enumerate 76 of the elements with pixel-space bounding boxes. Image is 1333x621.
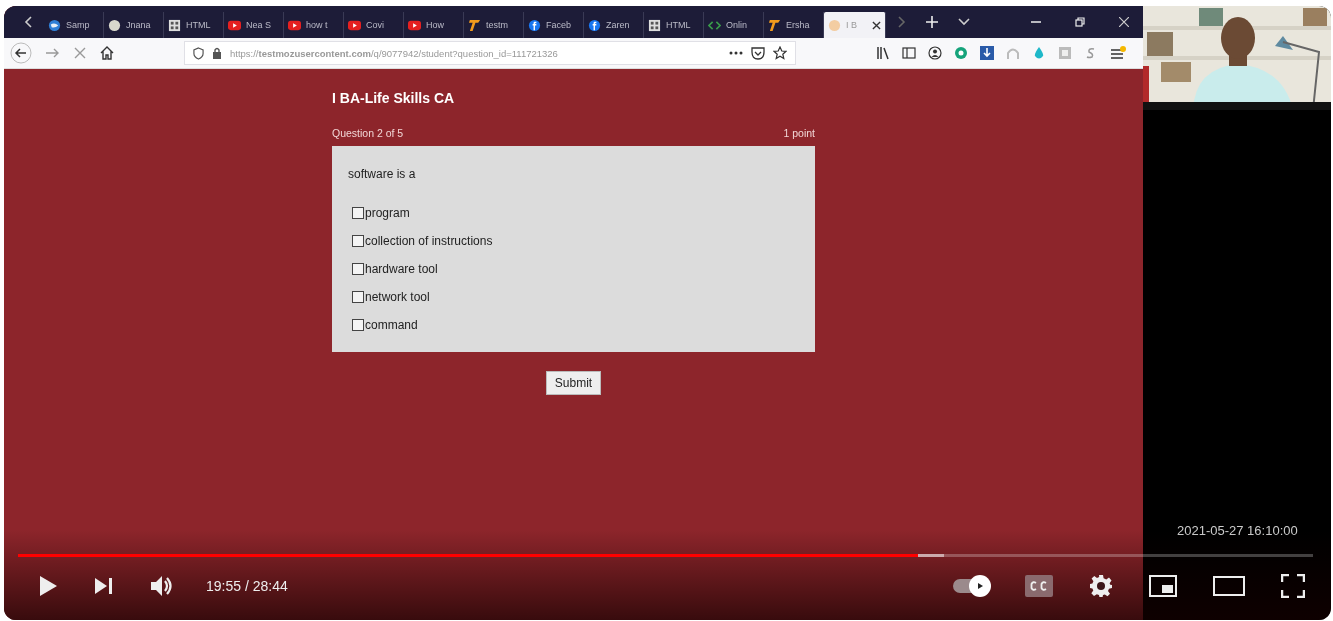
social-icon bbox=[528, 18, 541, 32]
social-icon bbox=[588, 18, 601, 32]
chevron-right-icon[interactable] bbox=[896, 16, 906, 28]
back-icon[interactable] bbox=[10, 42, 32, 64]
star-icon[interactable] bbox=[773, 46, 787, 60]
option-label: network tool bbox=[365, 290, 430, 304]
account-icon[interactable] bbox=[928, 46, 942, 60]
tab-label: HTML bbox=[666, 20, 691, 30]
fullscreen-icon[interactable] bbox=[1281, 574, 1305, 598]
tab-label: HTML bbox=[186, 20, 211, 30]
chevron-down-icon[interactable] bbox=[958, 18, 970, 26]
quiz-title: I BA-Life Skills CA bbox=[332, 90, 456, 106]
option-label: command bbox=[365, 318, 418, 332]
settings-icon[interactable] bbox=[1089, 574, 1113, 598]
checkbox[interactable] bbox=[352, 235, 364, 247]
next-icon[interactable] bbox=[94, 576, 114, 596]
play-icon bbox=[975, 581, 985, 591]
tab-label: Nea S bbox=[246, 20, 271, 30]
grid-icon bbox=[168, 18, 181, 32]
play-icon bbox=[408, 18, 421, 32]
loading-icon bbox=[828, 18, 841, 32]
option-label: program bbox=[365, 206, 410, 220]
globe-icon bbox=[48, 18, 61, 32]
chevron-left-icon[interactable] bbox=[24, 16, 34, 28]
library-icon[interactable] bbox=[876, 46, 890, 60]
restore-icon[interactable] bbox=[1075, 17, 1085, 27]
extension-icon[interactable] bbox=[954, 46, 968, 60]
points-label: 1 point bbox=[783, 127, 815, 139]
checkbox[interactable] bbox=[352, 263, 364, 275]
play-icon bbox=[288, 18, 301, 32]
more-icon[interactable] bbox=[729, 51, 743, 55]
url-text: https://testmozusercontent.com/q/9077942/student?question_id=111721326 bbox=[230, 47, 558, 59]
tab-label: How bbox=[426, 20, 444, 30]
download-icon[interactable] bbox=[980, 46, 994, 60]
tab-label: Samp bbox=[66, 20, 90, 30]
flag-icon bbox=[468, 18, 481, 32]
sidebar-icon[interactable] bbox=[902, 46, 916, 60]
tab-label: Faceb bbox=[546, 20, 571, 30]
volume-icon[interactable] bbox=[150, 575, 174, 597]
time-display: 19:55 / 28:44 bbox=[206, 578, 288, 594]
play-icon bbox=[348, 18, 361, 32]
tab-label: Ersha bbox=[786, 20, 810, 30]
play-icon[interactable] bbox=[38, 575, 58, 597]
tab-label: Zaren bbox=[606, 20, 630, 30]
circle-icon bbox=[108, 18, 121, 32]
checkbox[interactable] bbox=[352, 207, 364, 219]
progress-bar[interactable] bbox=[18, 554, 1313, 557]
stop-icon[interactable] bbox=[74, 47, 86, 59]
pocket-icon[interactable] bbox=[751, 46, 765, 60]
forward-icon[interactable] bbox=[46, 47, 60, 59]
tab-label: Onlin bbox=[726, 20, 747, 30]
checkbox[interactable] bbox=[352, 319, 364, 331]
checkbox[interactable] bbox=[352, 291, 364, 303]
tab-label: Covi bbox=[366, 20, 384, 30]
plus-icon[interactable] bbox=[926, 16, 938, 28]
tab-label: I B bbox=[846, 20, 857, 30]
home-icon[interactable] bbox=[100, 46, 114, 60]
tab-label: Jnana bbox=[126, 20, 151, 30]
play-icon bbox=[228, 18, 241, 32]
submit-button[interactable]: Submit bbox=[545, 371, 602, 395]
timestamp: 2021-05-27 16:10:00 bbox=[1177, 523, 1299, 538]
option-label: hardware tool bbox=[365, 262, 438, 276]
menu-icon[interactable] bbox=[1110, 46, 1126, 60]
option-label: collection of instructions bbox=[365, 234, 493, 248]
question-counter: Question 2 of 5 bbox=[332, 127, 404, 139]
question-prompt: software is a bbox=[348, 167, 417, 181]
lock-icon bbox=[212, 47, 222, 59]
theater-icon[interactable] bbox=[1213, 576, 1245, 596]
captions-icon[interactable] bbox=[1025, 575, 1053, 597]
close-icon[interactable] bbox=[872, 20, 881, 30]
flag-icon bbox=[768, 18, 781, 32]
tab-label: how t bbox=[306, 20, 328, 30]
grid-icon bbox=[648, 18, 661, 32]
miniplayer-icon[interactable] bbox=[1149, 575, 1177, 597]
tab-label: testm bbox=[486, 20, 508, 30]
shield-icon bbox=[193, 46, 204, 60]
